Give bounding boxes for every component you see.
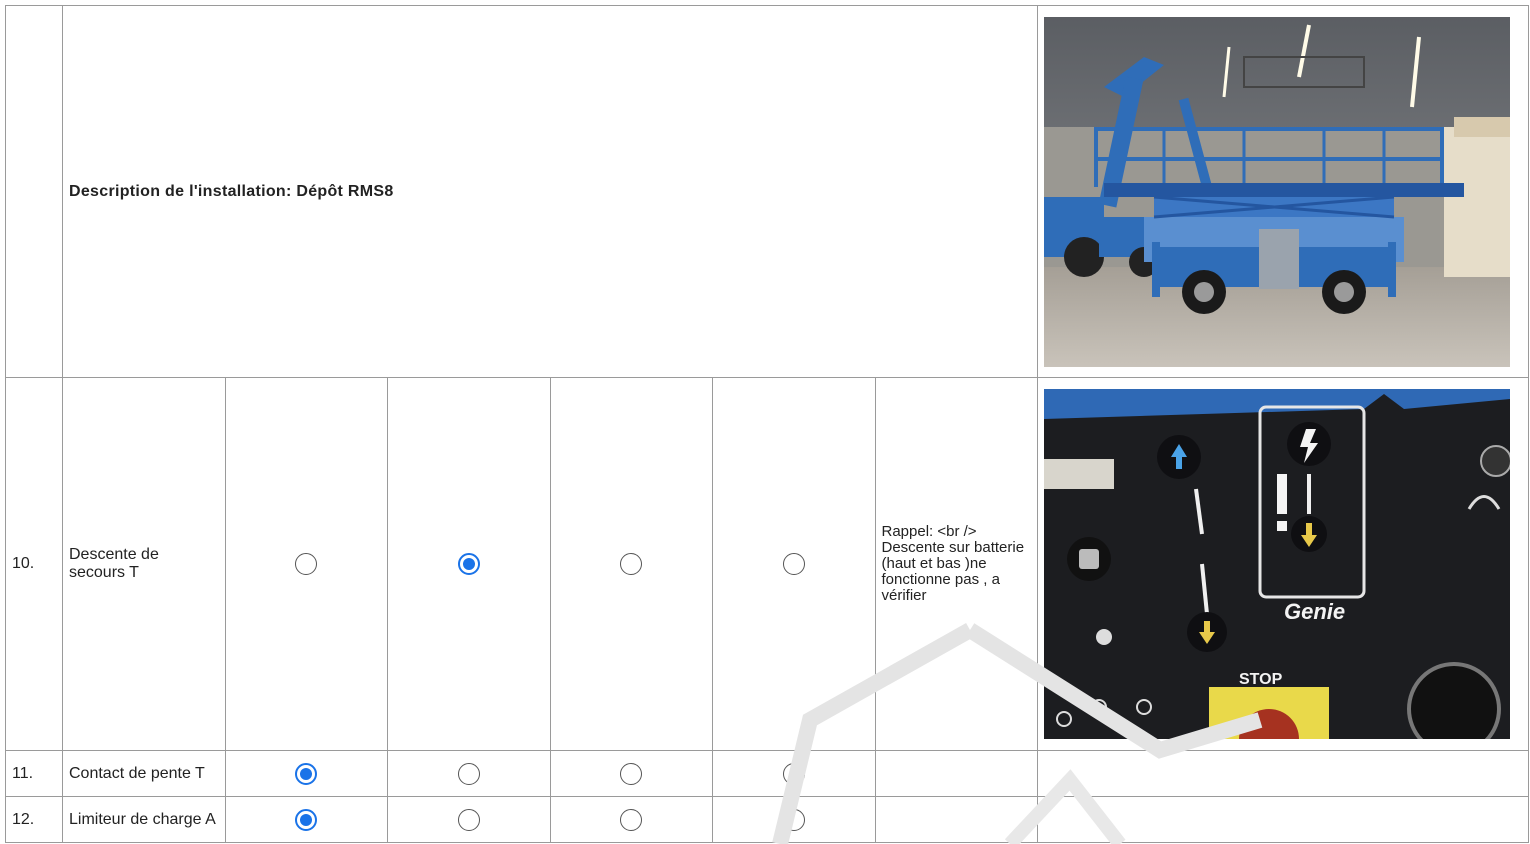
row-remark [874,750,1038,797]
installation-description: Description de l'installation: Dépôt RMS… [69,182,394,200]
option-4-cell [712,377,876,751]
option-2-radio[interactable] [457,762,480,785]
option-4-cell [712,750,876,797]
row-label: Limiteur de charge A [62,796,226,843]
stop-label: STOP [1239,671,1283,688]
row-remark: Rappel: <br /> Descente sur batterie (ha… [874,377,1038,751]
option-4-radio[interactable] [782,762,805,785]
option-2-cell [387,750,551,797]
option-1-cell [224,377,388,751]
option-1-radio[interactable] [295,762,318,785]
control-panel-photo: Genie STOP [1044,389,1510,739]
option-1-cell [224,796,388,843]
option-1-cell [224,750,388,797]
row-label: Descente de secours T [62,377,226,751]
row-remark [874,796,1038,843]
option-4-radio[interactable] [782,808,805,831]
option-3-cell [549,377,713,751]
empty-photo-cell [1037,750,1529,797]
row-number: 12. [5,796,63,843]
genie-brand-text: Genie [1284,599,1345,624]
empty-photo-cell [1037,796,1529,843]
row-number: 10. [5,377,63,751]
option-4-radio[interactable] [782,553,805,575]
option-1-radio[interactable] [295,808,318,831]
control-panel-photo-cell: Genie STOP [1037,377,1529,751]
option-2-cell [387,796,551,843]
option-2-cell [387,377,551,751]
option-3-cell [549,750,713,797]
option-2-radio[interactable] [457,553,480,575]
inspection-table: Description de l'installation: Dépôt RMS… [5,5,1529,843]
option-4-cell [712,796,876,843]
installation-row: Description de l'installation: Dépôt RMS… [5,5,1529,378]
table-row: 12. Limiteur de charge A [5,796,1529,843]
option-3-radio[interactable] [620,553,643,575]
row-number: 11. [5,750,63,797]
option-3-radio[interactable] [620,762,643,785]
option-3-radio[interactable] [620,808,643,831]
row-label: Contact de pente T [62,750,226,797]
table-row: 10. Descente de secours T Rappel: <br />… [5,377,1529,751]
table-row: 11. Contact de pente T [5,750,1529,797]
scissor-lift-photo [1044,16,1510,367]
empty-number-cell [5,5,63,378]
option-3-cell [549,796,713,843]
installation-photo-cell [1037,5,1529,378]
option-2-radio[interactable] [457,808,480,831]
installation-description-cell: Description de l'installation: Dépôt RMS… [62,5,1038,378]
option-1-radio[interactable] [295,553,318,575]
